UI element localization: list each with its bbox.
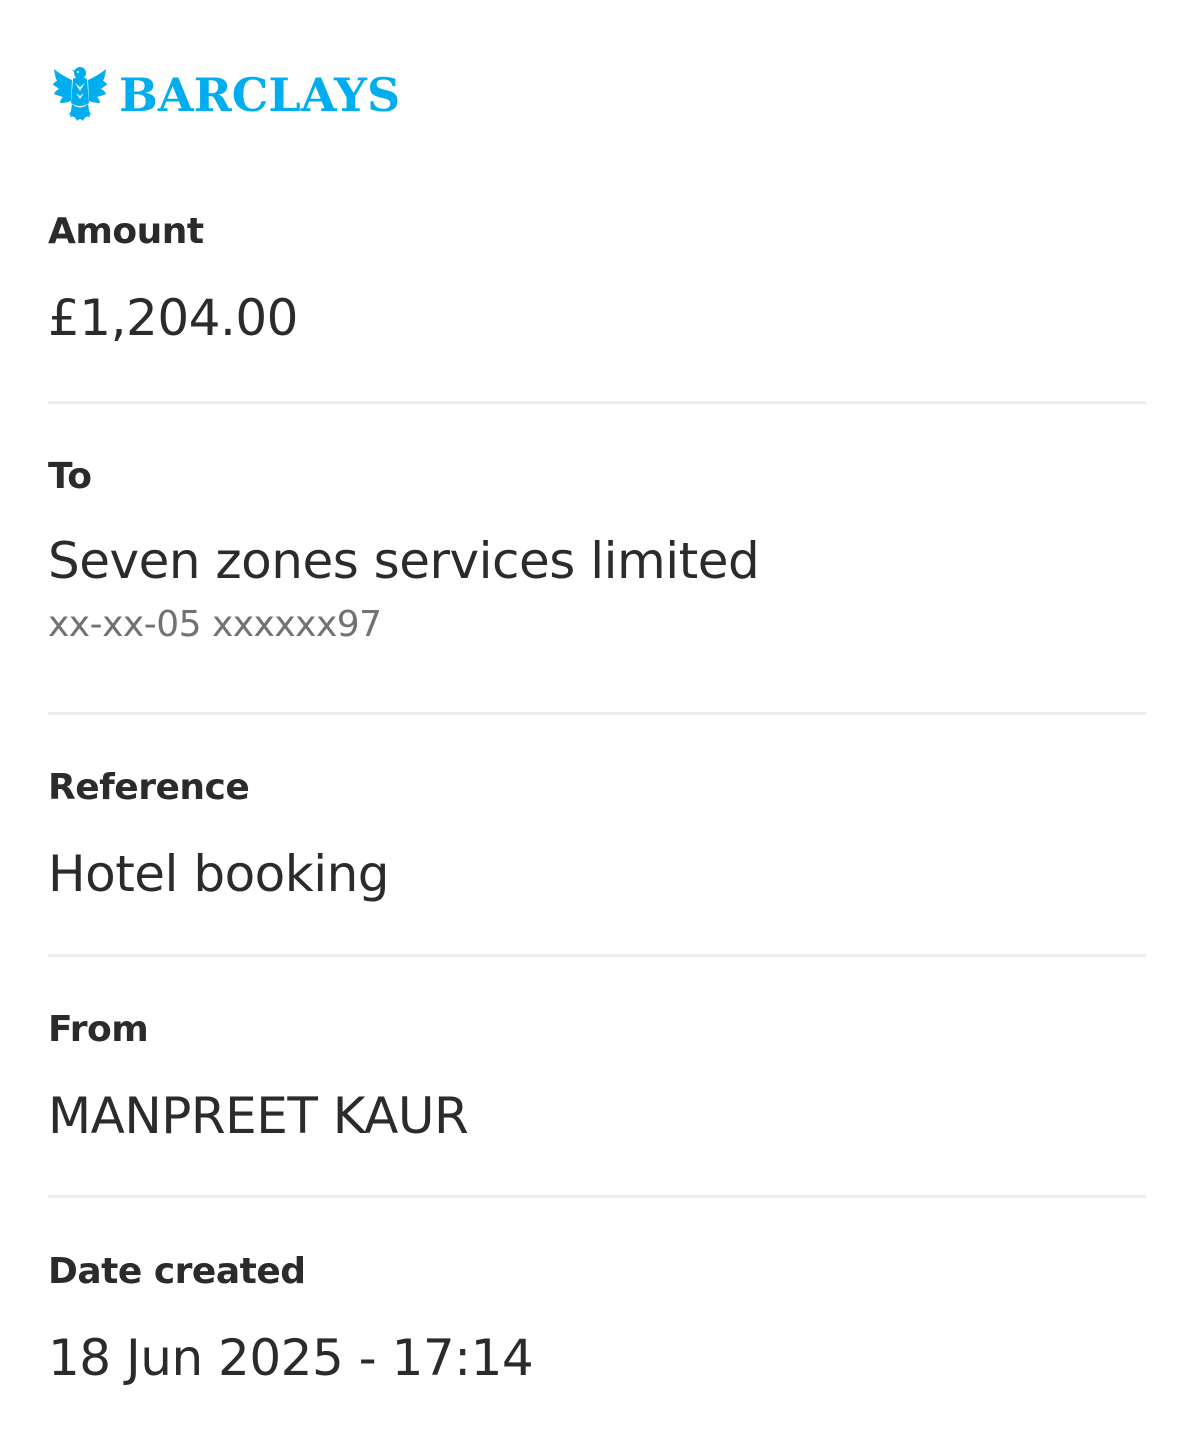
- date-section: Date created 18 Jun 2025 - 17:14: [48, 1252, 1146, 1388]
- divider: [48, 712, 1146, 715]
- divider: [48, 954, 1146, 957]
- barclays-logo: BARCLAYS: [53, 64, 400, 126]
- payer-section: From MANPREET KAUR: [48, 1010, 1146, 1146]
- eagle-icon: [53, 67, 107, 121]
- payee-section: To Seven zones services limited xx-xx-05…: [48, 457, 1146, 645]
- brand-wordmark: BARCLAYS: [119, 68, 401, 122]
- date-created-label: Date created: [48, 1251, 306, 1292]
- reference-section: Reference Hotel booking: [48, 768, 1146, 904]
- date-created-value: 18 Jun 2025 - 17:14: [48, 1329, 534, 1387]
- divider: [48, 1195, 1146, 1198]
- amount-value: £1,204.00: [48, 289, 298, 347]
- payee-account-number: xx-xx-05 xxxxxx97: [48, 604, 382, 645]
- divider: [48, 401, 1146, 404]
- reference-label: Reference: [48, 767, 250, 808]
- amount-section: Amount £1,204.00: [48, 212, 1146, 348]
- payer-name: MANPREET KAUR: [48, 1087, 469, 1145]
- to-label: To: [48, 456, 92, 497]
- payee-name: Seven zones services limited: [48, 532, 760, 590]
- amount-label: Amount: [48, 211, 204, 252]
- reference-value: Hotel booking: [48, 845, 390, 903]
- from-label: From: [48, 1009, 149, 1050]
